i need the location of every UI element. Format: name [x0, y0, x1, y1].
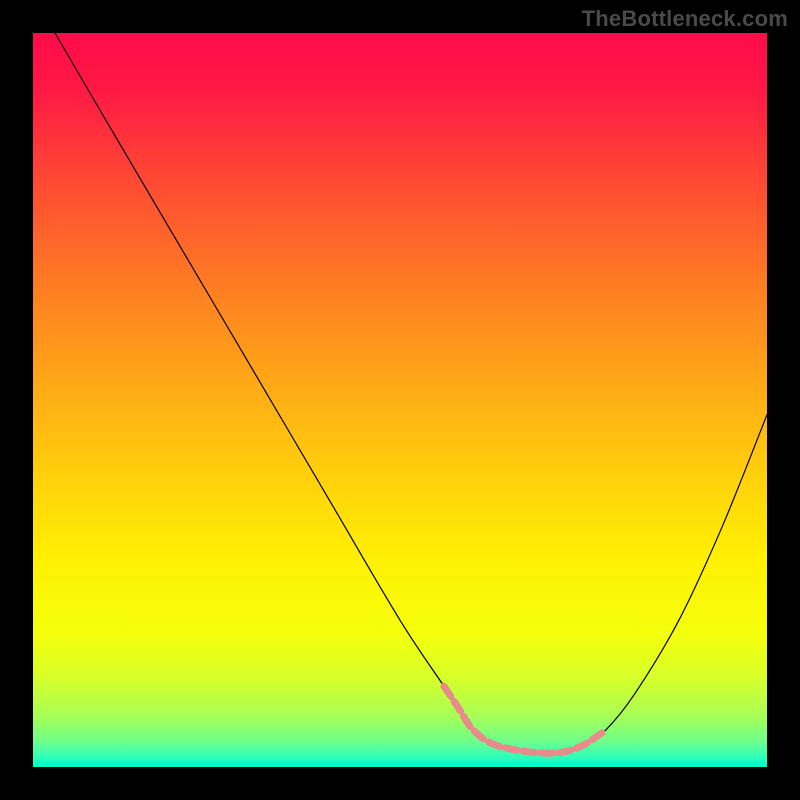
chart-frame: TheBottleneck.com	[0, 0, 800, 800]
watermark-text: TheBottleneck.com	[582, 6, 788, 32]
chart-svg	[0, 0, 800, 800]
plot-background	[33, 33, 767, 767]
